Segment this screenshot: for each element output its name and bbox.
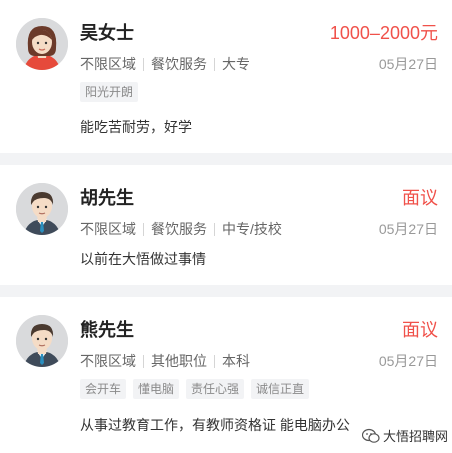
tag: 阳光开朗 <box>80 82 139 102</box>
meta-education: 中专/技校 <box>222 221 282 237</box>
tag-list: 阳光开朗 <box>80 82 145 102</box>
meta-category: 其他职位 <box>151 353 207 369</box>
candidate-name: 吴女士 <box>80 23 134 43</box>
meta-education: 大专 <box>222 56 250 72</box>
resume-card[interactable]: 吴女士 1000–2000元 不限区域 餐饮服务 大专 05月27日 阳光开朗 … <box>0 0 452 153</box>
meta-area: 不限区域 <box>80 221 136 237</box>
meta-education: 本科 <box>222 353 250 369</box>
male-avatar <box>16 183 68 235</box>
candidate-name: 熊先生 <box>80 320 134 340</box>
female-avatar <box>16 18 68 70</box>
resume-card[interactable]: 胡先生 面议 不限区域 餐饮服务 中专/技校 05月27日 以前在大悟做过事情 <box>0 165 452 285</box>
divider <box>143 222 144 236</box>
candidate-description: 以前在大悟做过事情 <box>80 251 206 267</box>
salary-label: 1000–2000元 <box>329 23 438 43</box>
divider <box>214 57 215 71</box>
tag: 诚信正直 <box>251 379 310 399</box>
male-avatar <box>16 315 68 367</box>
candidate-meta: 不限区域 餐饮服务 大专 <box>80 54 250 74</box>
tag-list: 会开车 懂电脑 责任心强 诚信正直 <box>80 379 316 399</box>
salary-label: 面议 <box>402 188 438 208</box>
watermark-text: 大悟招聘网 <box>382 429 448 444</box>
candidate-meta: 不限区域 其他职位 本科 <box>80 351 250 371</box>
post-date: 05月27日 <box>378 353 438 369</box>
divider <box>143 354 144 368</box>
meta-category: 餐饮服务 <box>151 56 207 72</box>
candidate-description: 能吃苦耐劳，好学 <box>80 119 192 135</box>
meta-area: 不限区域 <box>80 56 136 72</box>
meta-area: 不限区域 <box>80 353 136 369</box>
tag: 责任心强 <box>186 379 245 399</box>
tag: 懂电脑 <box>133 379 180 399</box>
divider <box>143 57 144 71</box>
salary-label: 面议 <box>402 320 438 340</box>
meta-category: 餐饮服务 <box>151 221 207 237</box>
post-date: 05月27日 <box>378 56 438 72</box>
watermark: 大悟招聘网 <box>361 426 448 445</box>
wechat-icon <box>361 428 380 444</box>
candidate-name: 胡先生 <box>80 188 134 208</box>
candidate-description: 从事过教育工作，有教师资格证 能电脑办公 <box>80 417 350 433</box>
divider <box>214 354 215 368</box>
divider <box>214 222 215 236</box>
tag: 会开车 <box>80 379 127 399</box>
candidate-meta: 不限区域 餐饮服务 中专/技校 <box>80 219 282 239</box>
post-date: 05月27日 <box>378 221 438 237</box>
